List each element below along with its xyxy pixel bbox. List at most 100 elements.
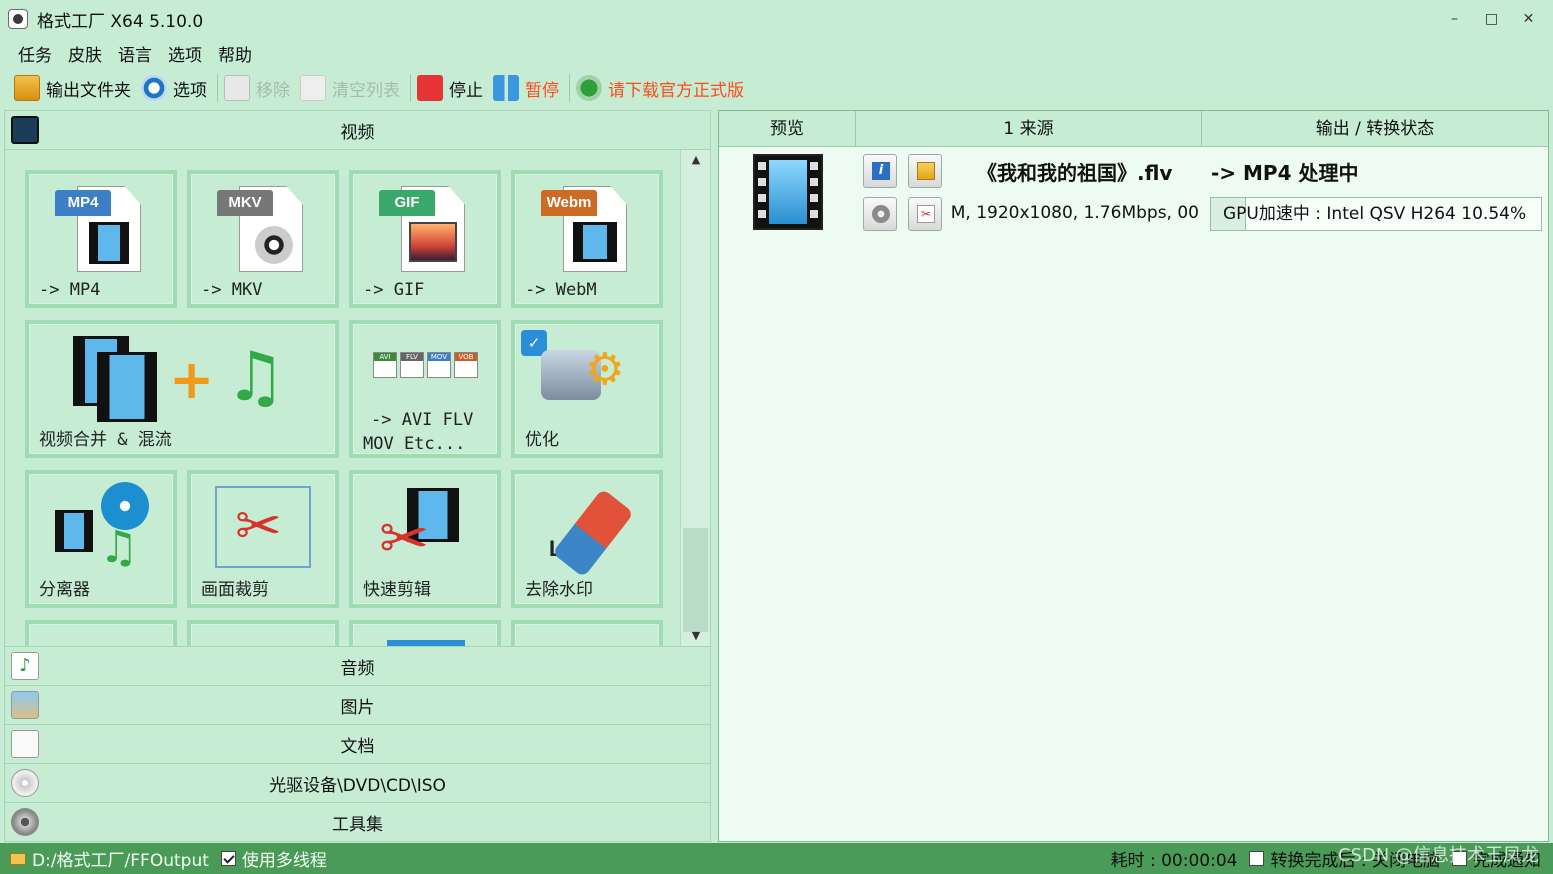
tile-other-formats-line1: -> AVI FLV <box>371 410 474 430</box>
download-icon <box>576 75 602 101</box>
progress-text: GPU加速中 : Intel QSV H264 10.54% <box>1223 204 1527 224</box>
scroll-down-icon[interactable]: ▼ <box>681 626 711 646</box>
folder-icon <box>917 162 935 180</box>
tile-crop[interactable]: ✂ 画面裁剪 <box>187 470 339 608</box>
options-icon <box>141 75 167 101</box>
stop-label: 停止 <box>449 80 483 101</box>
toolbar: 输出文件夹 选项 移除 清空列表 停止 暂停 请下载官方正式版 <box>0 70 1553 106</box>
avi-mini-badge: AVI <box>374 353 396 361</box>
category-disc[interactable]: 光驱设备\DVD\CD\ISO <box>5 763 710 802</box>
scissors-icon: ✂ <box>379 504 430 574</box>
tile-more-3[interactable] <box>349 620 501 646</box>
gif-badge: GIF <box>379 190 435 216</box>
category-tools[interactable]: 工具集 <box>5 802 710 841</box>
csdn-watermark: CSDN @信息技术王凤龙 <box>1337 845 1539 866</box>
video-tile-grid: MP4 -> MP4 MKV -> MKV GIF -> GIF Webm ->… <box>5 150 680 646</box>
mp4-badge: MP4 <box>55 190 111 216</box>
webm-badge: Webm <box>541 190 597 216</box>
menu-bar: 任务 皮肤 语言 选项 帮助 <box>0 38 1553 68</box>
tile-quick-cut[interactable]: ✂ 快速剪辑 <box>349 470 501 608</box>
close-button[interactable]: ✕ <box>1510 8 1547 30</box>
minimize-button[interactable]: – <box>1436 8 1473 30</box>
flv-mini-badge: FLV <box>401 353 423 361</box>
tile-remove-watermark[interactable]: Logo 去除水印 <box>511 470 663 608</box>
tile-to-mkv[interactable]: MKV -> MKV <box>187 170 339 308</box>
stop-icon <box>417 75 443 101</box>
sunset-image-icon <box>409 222 457 262</box>
task-settings-button[interactable] <box>863 197 897 231</box>
category-audio[interactable]: ♪ 音频 <box>5 646 710 685</box>
category-document[interactable]: 文档 <box>5 724 710 763</box>
column-preview[interactable]: 预览 <box>719 111 856 147</box>
pause-label: 暂停 <box>525 80 559 101</box>
multithread-checkbox[interactable] <box>220 851 236 866</box>
tile-splitter[interactable]: ♫ 分离器 <box>25 470 177 608</box>
tile-to-webm[interactable]: Webm -> WebM <box>511 170 663 308</box>
column-source[interactable]: 1 来源 <box>856 111 1202 147</box>
output-format-status: -> MP4 处理中 <box>1211 161 1359 185</box>
tile-video-merge[interactable]: + ♫ 视频合并 & 混流 <box>25 320 339 458</box>
clip-icon: ✂ <box>917 205 935 223</box>
tile-crop-label: 画面裁剪 <box>201 580 269 600</box>
conversion-progress: GPU加速中 : Intel QSV H264 10.54% <box>1210 197 1542 231</box>
tile-other-formats-line2: MOV Etc... <box>363 434 466 454</box>
task-list: 预览 1 来源 输出 / 转换状态 i ✂ 《我和我的祖国》.flv -> MP… <box>718 110 1549 842</box>
format-icons-row: AVI FLV MOV VOB <box>373 352 478 378</box>
toolbar-separator <box>569 74 570 102</box>
gears-icon: ⚙ <box>585 344 625 395</box>
tile-to-mp4[interactable]: MP4 -> MP4 <box>25 170 177 308</box>
tile-remove-watermark-label: 去除水印 <box>525 580 593 600</box>
tile-more-4[interactable] <box>511 620 663 646</box>
info-icon: i <box>872 162 890 180</box>
film-icon <box>89 222 129 264</box>
tile-more-2[interactable] <box>187 620 339 646</box>
tile-to-gif[interactable]: GIF -> GIF <box>349 170 501 308</box>
column-output-status[interactable]: 输出 / 转换状态 <box>1202 111 1548 147</box>
clear-list-button[interactable]: 清空列表 <box>300 75 400 101</box>
menu-help[interactable]: 帮助 <box>210 41 260 66</box>
remove-button[interactable]: 移除 <box>224 75 290 101</box>
status-bar: D:/格式工厂/FFOutput 使用多线程 耗时 : 00:00:04 转换完… <box>0 843 1553 874</box>
tile-more-1[interactable] <box>25 620 177 646</box>
tile-optimize[interactable]: ✓ ⚙ 优化 <box>511 320 663 458</box>
tile-video-merge-label: 视频合并 & 混流 <box>39 430 172 450</box>
vob-mini-badge: VOB <box>455 353 477 361</box>
output-folder-button[interactable]: 输出文件夹 <box>14 75 131 101</box>
options-button[interactable]: 选项 <box>141 75 207 101</box>
tile-to-gif-label: -> GIF <box>363 280 425 300</box>
maximize-button[interactable]: □ <box>1473 8 1510 30</box>
clip-settings-button[interactable]: ✂ <box>908 197 942 231</box>
menu-task[interactable]: 任务 <box>10 41 60 66</box>
eraser-icon <box>551 488 635 578</box>
menu-skin[interactable]: 皮肤 <box>60 41 110 66</box>
scroll-up-icon[interactable]: ▲ <box>681 150 711 170</box>
stop-button[interactable]: 停止 <box>417 75 483 101</box>
clear-list-icon <box>300 75 326 101</box>
film-icon <box>55 510 93 552</box>
folder-icon <box>10 852 26 865</box>
category-document-label: 文档 <box>340 736 375 757</box>
download-label: 请下载官方正式版 <box>608 80 744 101</box>
after-done-checkbox[interactable] <box>1249 851 1265 866</box>
open-folder-button[interactable] <box>908 154 942 188</box>
mkv-badge: MKV <box>217 190 273 216</box>
remove-label: 移除 <box>256 80 290 101</box>
download-official-link[interactable]: 请下载官方正式版 <box>576 75 744 101</box>
category-image-label: 图片 <box>340 697 375 718</box>
info-button[interactable]: i <box>863 154 897 188</box>
scroll-thumb[interactable] <box>683 528 708 632</box>
menu-language[interactable]: 语言 <box>110 41 160 66</box>
tile-to-other-formats[interactable]: AVI FLV MOV VOB -> AVI FLV MOV Etc... <box>349 320 501 458</box>
category-video[interactable]: 视频 <box>5 111 710 150</box>
output-path[interactable]: D:/格式工厂/FFOutput <box>32 846 209 871</box>
tile-scrollbar[interactable]: ▲ ▼ <box>680 150 710 646</box>
category-image[interactable]: 图片 <box>5 685 710 724</box>
scissors-icon: ✂ <box>235 494 282 559</box>
menu-options[interactable]: 选项 <box>160 41 210 66</box>
pause-button[interactable]: 暂停 <box>493 75 559 101</box>
disc-category-icon <box>11 769 39 797</box>
tile-to-mkv-label: -> MKV <box>201 280 263 300</box>
clear-list-label: 清空列表 <box>332 80 400 101</box>
title-bar: 格式工厂 X64 5.10.0 – □ ✕ <box>0 0 1553 38</box>
reel-icon <box>255 226 293 264</box>
